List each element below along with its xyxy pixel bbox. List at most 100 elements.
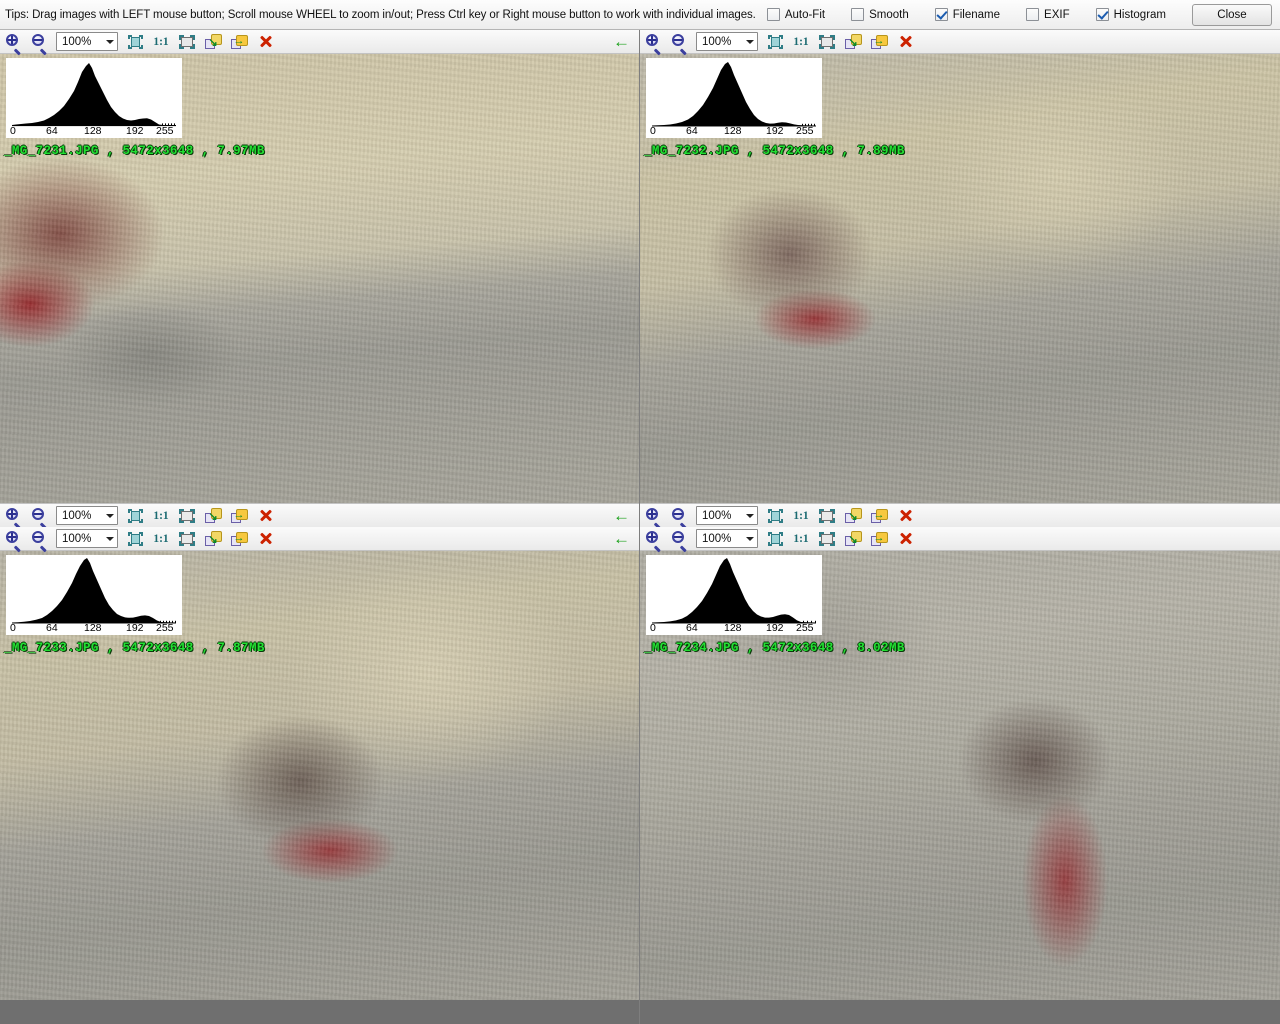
checkbox-box-smooth[interactable] bbox=[851, 8, 865, 21]
checkbox-filename[interactable]: Filename bbox=[934, 8, 1000, 21]
toolbar-bottom-left-panel[interactable]: 100% 1:1 ↘ → ← bbox=[0, 503, 639, 527]
zoom-level-value: 100% bbox=[702, 509, 732, 522]
panel-bottom-right[interactable]: 100% 1:1 ↘ → 0 64 128 192 255 _MG_7234.J… bbox=[640, 527, 1280, 1024]
histogram-tick-255: 255 bbox=[796, 622, 814, 634]
zoom-level-select[interactable]: 100% bbox=[56, 506, 118, 525]
apply-to-all-icon[interactable]: ↘ bbox=[840, 528, 866, 550]
toolbar-panel-bottom-left[interactable]: 100% 1:1 ↘ → ← bbox=[0, 527, 639, 552]
one-to-one-button[interactable]: 1:1 bbox=[788, 31, 814, 53]
apply-to-all-icon[interactable]: ↘ bbox=[200, 31, 226, 53]
full-screen-icon[interactable] bbox=[174, 505, 200, 527]
zoom-in-icon[interactable] bbox=[0, 31, 26, 55]
copy-settings-icon[interactable]: → bbox=[226, 505, 252, 527]
apply-to-all-icon[interactable]: ↘ bbox=[840, 505, 866, 527]
zoom-out-icon[interactable] bbox=[666, 528, 692, 552]
copy-settings-icon[interactable]: → bbox=[226, 31, 252, 53]
zoom-level-select[interactable]: 100% bbox=[696, 506, 758, 525]
panel-bottom-left[interactable]: 100% 1:1 ↘ → ← 0 64 128 192 255 _MG_7233… bbox=[0, 527, 640, 1024]
zoom-level-value: 100% bbox=[702, 35, 732, 48]
checkbox-histogram[interactable]: Histogram bbox=[1095, 8, 1166, 21]
close-image-icon[interactable] bbox=[252, 528, 278, 550]
toolbar-top-left[interactable]: 100% 1:1 ↘ → ← bbox=[0, 30, 639, 55]
full-screen-icon[interactable] bbox=[814, 31, 840, 53]
zoom-level-select[interactable]: 100% bbox=[56, 32, 118, 51]
one-to-one-button[interactable]: 1:1 bbox=[148, 505, 174, 527]
checkbox-exif[interactable]: EXIF bbox=[1026, 8, 1070, 21]
image-viewport-top-right[interactable]: 0 64 128 192 255 _MG_7232.JPG , 5472x364… bbox=[640, 54, 1280, 527]
fit-to-window-icon[interactable] bbox=[122, 505, 148, 527]
toolbar-panel-bottom-right[interactable]: 100% 1:1 ↘ → bbox=[640, 527, 1280, 552]
zoom-out-icon[interactable] bbox=[666, 31, 692, 55]
zoom-out-icon[interactable] bbox=[26, 528, 52, 552]
fit-to-window-icon[interactable] bbox=[762, 505, 788, 527]
fit-to-window-icon[interactable] bbox=[762, 31, 788, 53]
full-screen-icon[interactable] bbox=[174, 31, 200, 53]
checkbox-smooth[interactable]: Smooth bbox=[851, 8, 909, 21]
chevron-down-icon[interactable] bbox=[742, 33, 757, 50]
checkbox-box-exif[interactable] bbox=[1026, 8, 1040, 21]
copy-settings-icon[interactable]: → bbox=[866, 528, 892, 550]
zoom-in-icon[interactable] bbox=[0, 528, 26, 552]
zoom-in-icon[interactable] bbox=[640, 31, 666, 55]
image-grid: 100% 1:1 ↘ → ← 0 64 128 192 255 _MG_7231… bbox=[0, 30, 1280, 1024]
close-image-icon[interactable] bbox=[892, 528, 918, 550]
checkbox-auto-fit[interactable]: Auto-Fit bbox=[766, 8, 825, 21]
image-viewport-top-left[interactable]: 0 64 128 192 255 _MG_7231.JPG , 5472x364… bbox=[0, 54, 639, 527]
zoom-out-icon[interactable] bbox=[26, 505, 52, 527]
fit-to-window-icon[interactable] bbox=[122, 528, 148, 550]
zoom-out-icon[interactable] bbox=[666, 505, 692, 527]
panel-top-right[interactable]: 100% 1:1 ↘ → 0 64 128 192 255 _MG_7232.J… bbox=[640, 30, 1280, 527]
histogram-tick-192: 192 bbox=[126, 125, 144, 137]
chevron-down-icon[interactable] bbox=[742, 530, 757, 547]
one-to-one-button[interactable]: 1:1 bbox=[148, 528, 174, 550]
zoom-out-icon[interactable] bbox=[26, 31, 52, 55]
image-viewport-bottom-left[interactable]: 0 64 128 192 255 _MG_7233.JPG , 5472x364… bbox=[0, 551, 639, 1000]
zoom-level-value: 100% bbox=[62, 35, 92, 48]
full-screen-icon[interactable] bbox=[814, 528, 840, 550]
back-arrow-icon[interactable]: ← bbox=[613, 507, 630, 524]
close-image-icon[interactable] bbox=[892, 31, 918, 53]
fit-to-window-icon[interactable] bbox=[762, 528, 788, 550]
zoom-level-select[interactable]: 100% bbox=[696, 529, 758, 548]
one-to-one-label: 1:1 bbox=[153, 532, 169, 545]
chevron-down-icon[interactable] bbox=[742, 507, 757, 524]
zoom-in-icon[interactable] bbox=[640, 505, 666, 527]
zoom-in-icon[interactable] bbox=[0, 505, 26, 527]
tips-text: Tips: Drag images with LEFT mouse button… bbox=[5, 8, 756, 21]
chevron-down-icon[interactable] bbox=[102, 33, 117, 50]
one-to-one-label: 1:1 bbox=[793, 532, 809, 545]
zoom-level-select[interactable]: 100% bbox=[56, 529, 118, 548]
histogram-tick-128: 128 bbox=[84, 125, 102, 137]
histogram-tick-64: 64 bbox=[46, 622, 58, 634]
toolbar-top-right[interactable]: 100% 1:1 ↘ → bbox=[640, 30, 1280, 55]
apply-to-all-icon[interactable]: ↘ bbox=[840, 31, 866, 53]
zoom-level-select[interactable]: 100% bbox=[696, 32, 758, 51]
back-arrow-icon[interactable]: ← bbox=[613, 33, 630, 50]
checkbox-box-auto-fit[interactable] bbox=[766, 8, 780, 21]
copy-settings-icon[interactable]: → bbox=[866, 31, 892, 53]
chevron-down-icon[interactable] bbox=[102, 507, 117, 524]
copy-settings-icon[interactable]: → bbox=[866, 505, 892, 527]
copy-settings-icon[interactable]: → bbox=[226, 528, 252, 550]
close-image-icon[interactable] bbox=[892, 505, 918, 527]
zoom-in-icon[interactable] bbox=[640, 528, 666, 552]
one-to-one-button[interactable]: 1:1 bbox=[148, 31, 174, 53]
zoom-level-value: 100% bbox=[702, 532, 732, 545]
one-to-one-button[interactable]: 1:1 bbox=[788, 528, 814, 550]
chevron-down-icon[interactable] bbox=[102, 530, 117, 547]
full-screen-icon[interactable] bbox=[814, 505, 840, 527]
full-screen-icon[interactable] bbox=[174, 528, 200, 550]
toolbar-bottom-right-panel[interactable]: 100% 1:1 ↘ → bbox=[640, 503, 1280, 527]
checkbox-box-filename[interactable] bbox=[934, 8, 948, 21]
apply-to-all-icon[interactable]: ↘ bbox=[200, 528, 226, 550]
close-image-icon[interactable] bbox=[252, 505, 278, 527]
checkbox-box-histogram[interactable] bbox=[1095, 8, 1109, 21]
back-arrow-icon[interactable]: ← bbox=[613, 530, 630, 547]
close-button[interactable]: Close bbox=[1192, 3, 1272, 26]
close-image-icon[interactable] bbox=[252, 31, 278, 53]
panel-top-left[interactable]: 100% 1:1 ↘ → ← 0 64 128 192 255 _MG_7231… bbox=[0, 30, 640, 527]
apply-to-all-icon[interactable]: ↘ bbox=[200, 505, 226, 527]
one-to-one-button[interactable]: 1:1 bbox=[788, 505, 814, 527]
image-viewport-bottom-right[interactable]: 0 64 128 192 255 _MG_7234.JPG , 5472x364… bbox=[640, 551, 1280, 1000]
fit-to-window-icon[interactable] bbox=[122, 31, 148, 53]
